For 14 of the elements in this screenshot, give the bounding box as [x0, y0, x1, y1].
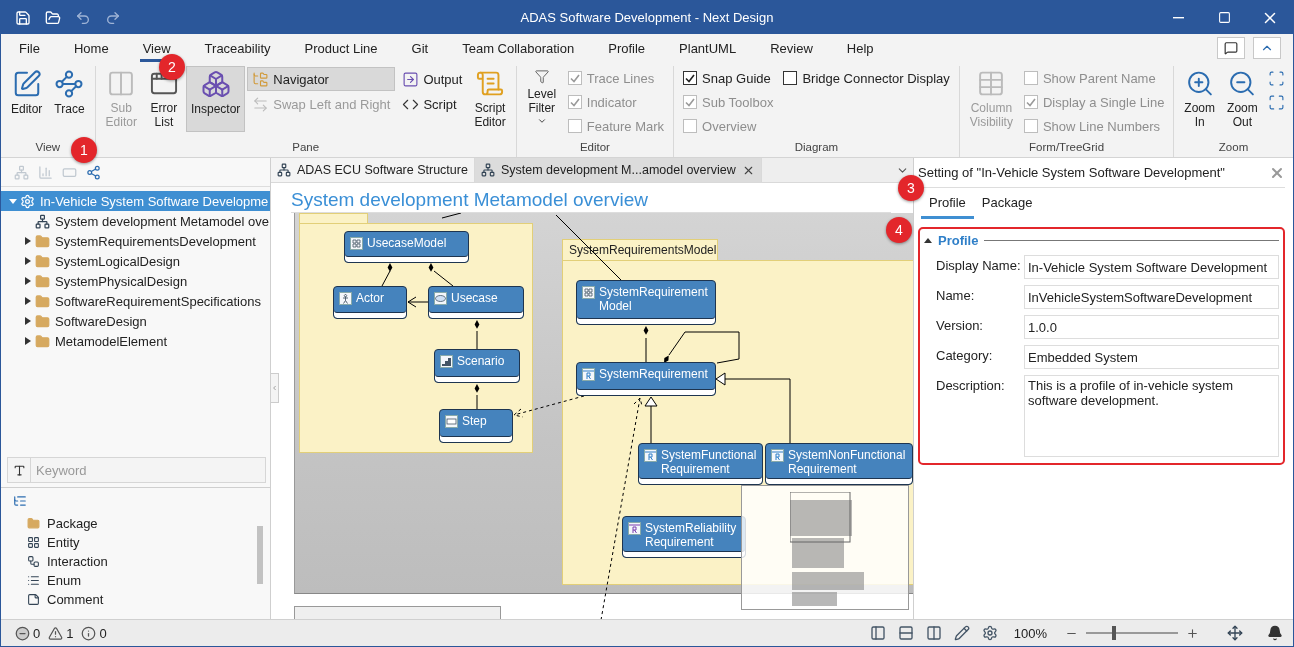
- field-label: Category:: [936, 347, 994, 365]
- field-label: Display Name:: [936, 257, 1022, 275]
- field-label: Description:: [936, 377, 1006, 395]
- section-title: Profile: [938, 232, 979, 248]
- field-label: Name:: [936, 287, 976, 305]
- group-label: Form/TreeGrid: [1029, 140, 1105, 155]
- window-title: ADAS Software Development - Next Design: [520, 10, 774, 25]
- field-label: Version:: [936, 317, 984, 335]
- group-label: Pane: [292, 140, 320, 155]
- group-label: Editor: [579, 140, 610, 155]
- zoom-percent: 100%: [1013, 625, 1047, 641]
- group-label: View: [35, 140, 61, 155]
- group-label: Zoom: [1218, 140, 1249, 155]
- group-label: Diagram: [794, 140, 839, 155]
